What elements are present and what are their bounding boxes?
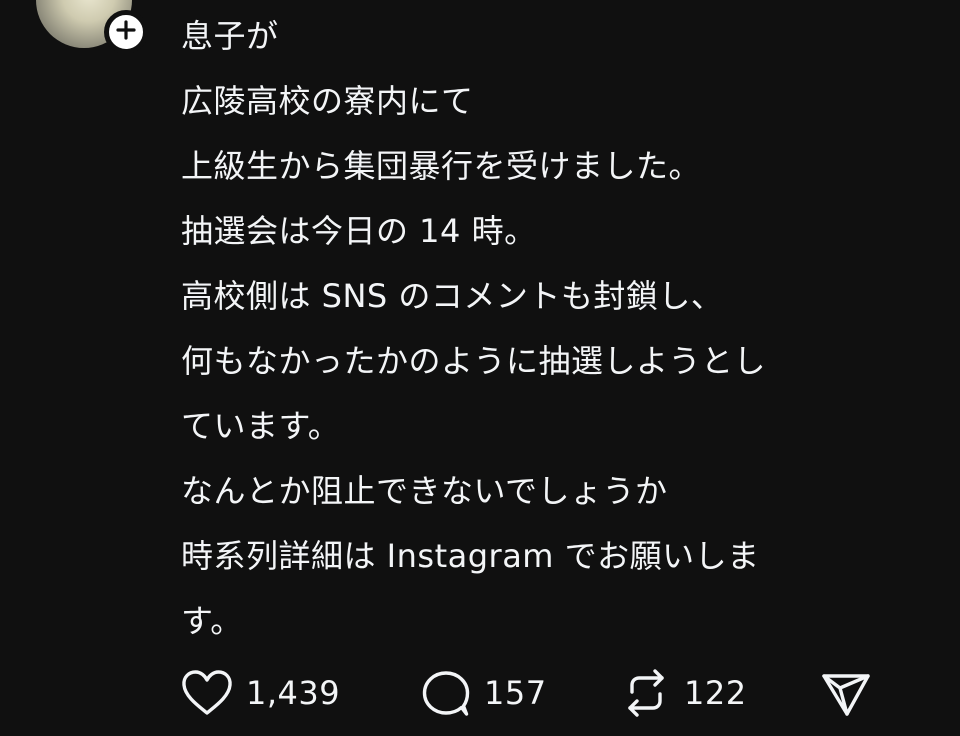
- repost-count: 122: [684, 674, 747, 712]
- post-body: 息子が 広陵高校の寮内にて 上級生から集団暴行を受けました。 抽選会は今日の 1…: [181, 4, 941, 654]
- post-text-line: 広陵高校の寮内にて: [181, 82, 474, 120]
- post-text-line: 上級生から集団暴行を受けました。: [181, 147, 702, 185]
- post-text-line: 高校側は SNS のコメントも封鎖し、: [181, 277, 724, 315]
- post-text-line: 息子が: [181, 17, 279, 55]
- repost-button[interactable]: 122: [620, 664, 747, 722]
- speech-bubble-icon: [420, 668, 472, 718]
- paper-plane-icon: [820, 668, 874, 718]
- like-count: 1,439: [246, 674, 341, 712]
- post-text-line: す。: [181, 602, 243, 640]
- post-text-line: 何もなかったかのように抽選しようとし: [181, 342, 767, 380]
- like-button[interactable]: 1,439: [180, 664, 340, 722]
- post-text-line: 抽選会は今日の 14 時。: [181, 212, 537, 250]
- follow-button[interactable]: [104, 10, 148, 54]
- plus-icon: [116, 20, 136, 44]
- repost-arrows-icon: [620, 668, 672, 718]
- reply-count: 157: [484, 674, 547, 712]
- share-button[interactable]: [820, 664, 874, 722]
- post-text-line: 時系列詳細は Instagram でお願いしま: [181, 537, 760, 575]
- post-actions-bar: 1,439 157 122: [180, 664, 880, 722]
- post-text-line: なんとか阻止できないでしょうか: [181, 472, 668, 510]
- author-avatar-wrap: [36, 0, 148, 54]
- post-text-line: ています。: [181, 407, 341, 445]
- heart-icon: [180, 668, 234, 718]
- reply-button[interactable]: 157: [420, 664, 547, 722]
